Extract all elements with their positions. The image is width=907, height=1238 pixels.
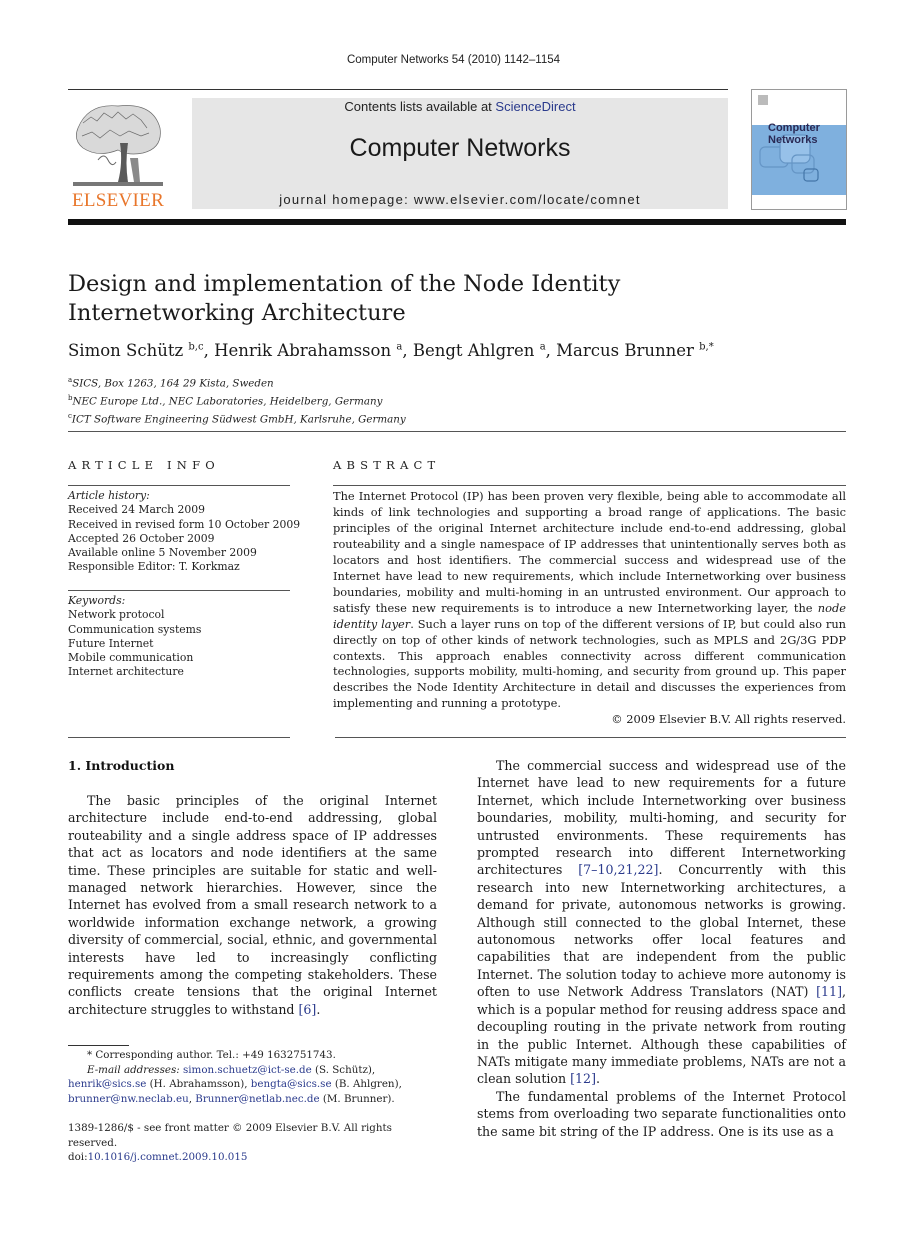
paragraph: The basic principles of the original Int… [68, 793, 437, 1017]
journal-homepage[interactable]: journal homepage: www.elsevier.com/locat… [192, 192, 728, 207]
author[interactable]: Marcus Brunner b,* [556, 341, 714, 360]
header-thick-rule [68, 219, 846, 225]
paper-title-line1: Design and implementation of the Node Id… [68, 271, 621, 297]
keyword: Communication systems [68, 622, 202, 636]
contents-line: Contents lists available at ScienceDirec… [192, 99, 728, 114]
affiliation: bNEC Europe Ltd., NEC Laboratories, Heid… [68, 393, 383, 408]
author[interactable]: Simon Schütz b,c [68, 341, 204, 360]
divider [333, 485, 846, 486]
citation-link[interactable]: [7–10,21,22] [578, 862, 658, 877]
divider [68, 485, 290, 486]
keyword: Future Internet [68, 636, 154, 650]
doi-link[interactable]: 10.1016/j.comnet.2009.10.015 [88, 1151, 248, 1163]
author[interactable]: Henrik Abrahamsson a [214, 341, 402, 360]
cover-title-line2: Networks [768, 134, 818, 146]
body-column-left: The basic principles of the original Int… [68, 792, 437, 1018]
paper-title: Design and implementation of the Node Id… [68, 270, 688, 328]
citation-link[interactable]: [11] [816, 984, 842, 999]
elsevier-wordmark: ELSEVIER [71, 190, 165, 211]
cover-title: Computer Networks [768, 122, 820, 146]
header-top-rule [68, 89, 728, 90]
copyright-notice: © 2009 Elsevier B.V. All rights reserved… [611, 712, 846, 726]
paragraph: The fundamental problems of the Internet… [477, 1088, 846, 1139]
author[interactable]: Bengt Ahlgren a [413, 341, 546, 360]
author-list: Simon Schütz b,c, Henrik Abrahamsson a, … [68, 341, 714, 360]
history-item: Responsible Editor: T. Korkmaz [68, 560, 240, 574]
paragraph: The commercial success and widespread us… [477, 758, 846, 1087]
divider [68, 590, 290, 591]
keywords: Keywords: Network protocol Communication… [68, 594, 201, 680]
body-column-right: The commercial success and widespread us… [477, 757, 846, 1140]
email-link[interactable]: brunner@nw.neclab.eu [68, 1093, 189, 1105]
footnote-rule [68, 1045, 129, 1046]
affiliation: cICT Software Engineering Südwest GmbH, … [68, 411, 406, 426]
article-info-heading: ARTICLE INFO [68, 458, 220, 472]
journal-cover-thumbnail[interactable]: Computer Networks [751, 89, 847, 210]
email-link[interactable]: bengta@sics.se [251, 1078, 332, 1090]
keyword: Internet architecture [68, 665, 184, 679]
email-addresses: E-mail addresses: simon.schuetz@ict-se.d… [68, 1063, 402, 1105]
paper-title-line2: Internetworking Architecture [68, 300, 406, 326]
keyword: Network protocol [68, 608, 165, 622]
keywords-label: Keywords: [68, 594, 126, 607]
cover-publisher-icon [758, 95, 768, 105]
contents-prefix: Contents lists available at [344, 99, 496, 114]
journal-title: Computer Networks [349, 134, 571, 162]
email-link[interactable]: Brunner@netlab.nec.de [195, 1093, 319, 1105]
footnotes: * Corresponding author. Tel.: +49 163275… [68, 1048, 437, 1106]
email-link[interactable]: simon.schuetz@ict-se.de [183, 1064, 312, 1076]
front-matter-notice: 1389-1286/$ - see front matter © 2009 El… [68, 1122, 392, 1149]
history-item: Available online 5 November 2009 [68, 546, 257, 560]
article-history: Article history: Received 24 March 2009 … [68, 489, 300, 575]
history-item: Received in revised form 10 October 2009 [68, 517, 301, 531]
journal-citation: Computer Networks 54 (2010) 1142–1154 [346, 54, 561, 66]
abstract-text: The Internet Protocol (IP) has been prov… [333, 489, 846, 711]
history-item: Received 24 March 2009 [68, 503, 205, 517]
divider [68, 737, 290, 738]
keyword: Mobile communication [68, 651, 194, 665]
cover-title-line1: Computer [768, 122, 820, 134]
front-matter: 1389-1286/$ - see front matter © 2009 El… [68, 1121, 437, 1165]
citation-link[interactable]: [6] [299, 1002, 317, 1017]
history-label: Article history: [68, 489, 150, 502]
doi-line: doi:10.1016/j.comnet.2009.10.015 [68, 1151, 248, 1163]
section-heading: 1. Introduction [68, 758, 175, 773]
abstract-heading: ABSTRACT [333, 458, 441, 472]
tree-icon [73, 105, 163, 186]
sciencedirect-link[interactable]: ScienceDirect [495, 99, 575, 114]
affiliations: aSICS, Box 1263, 164 29 Kista, Sweden bN… [68, 373, 406, 427]
email-link[interactable]: henrik@sics.se [68, 1078, 146, 1090]
citation-link[interactable]: [12] [570, 1071, 596, 1086]
history-item: Accepted 26 October 2009 [68, 531, 215, 545]
corresponding-author-note: * Corresponding author. Tel.: +49 163275… [87, 1049, 336, 1061]
divider [68, 431, 846, 432]
affiliation: aSICS, Box 1263, 164 29 Kista, Sweden [68, 376, 274, 390]
divider [335, 737, 846, 738]
